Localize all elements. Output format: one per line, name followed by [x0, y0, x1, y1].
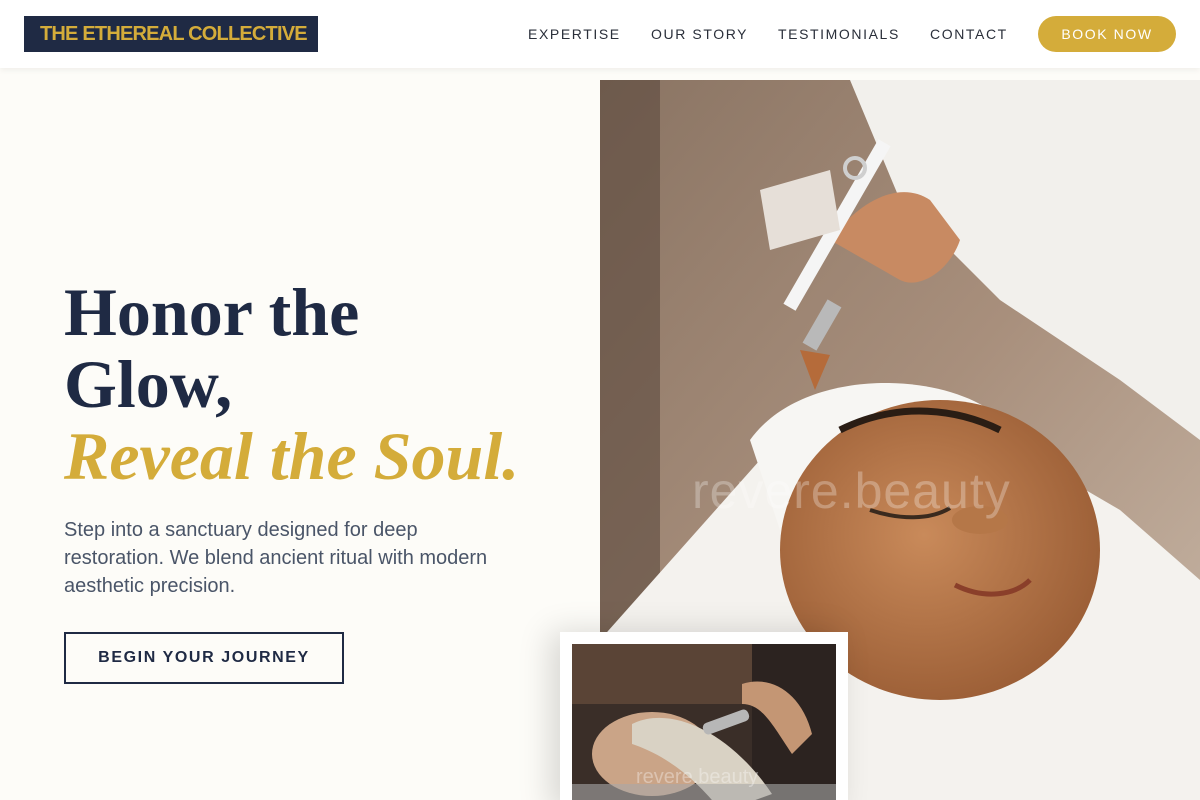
inset-photo-frame: revere.beauty	[560, 632, 848, 800]
nav-link-our-story[interactable]: OUR STORY	[651, 25, 748, 43]
hero-description: Step into a sanctuary designed for deep …	[64, 519, 488, 597]
site-header: THE ETHEREAL COLLECTIVE EXPERTISE OUR ST…	[0, 0, 1200, 68]
nav-link-testimonials[interactable]: TESTIMONIALS	[778, 25, 900, 43]
hero-title-line-2: Glow,	[64, 346, 233, 422]
inset-watermark: revere.beauty	[636, 766, 759, 788]
nav-link-expertise[interactable]: EXPERTISE	[528, 25, 621, 43]
hero-title-accent: Reveal the Soul.	[64, 418, 520, 494]
book-now-button[interactable]: BOOK NOW	[1038, 16, 1176, 52]
hero-title-line-1: Honor the	[64, 274, 360, 350]
hero-title: Honor the Glow, Reveal the Soul.	[64, 276, 584, 492]
brand-logo[interactable]: THE ETHEREAL COLLECTIVE	[24, 16, 318, 52]
inset-treatment-photo: revere.beauty	[572, 644, 836, 800]
nav-link-contact[interactable]: CONTACT	[930, 25, 1008, 43]
main-watermark: revere.beauty	[692, 463, 1011, 519]
begin-journey-button[interactable]: BEGIN YOUR JOURNEY	[64, 632, 344, 684]
